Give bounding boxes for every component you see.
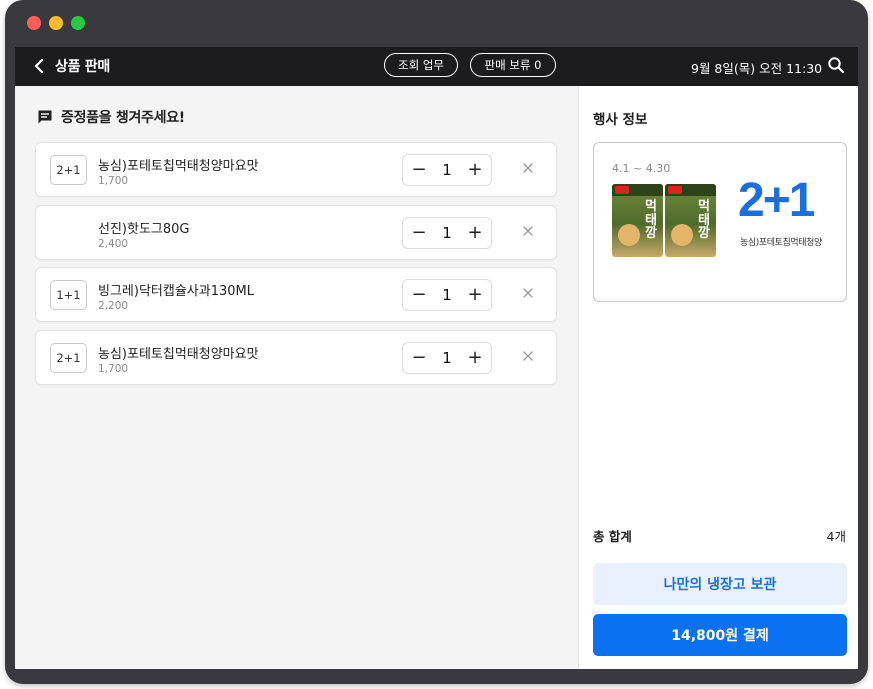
summary-pane: 행사 정보 4.1 ~ 4.30 먹태깡 먹태깡 2+1 농심)포테토칩먹태청양… [578, 86, 858, 669]
back-button[interactable]: 상품 판매 [31, 56, 110, 76]
promo-badge: 2+1 [50, 155, 87, 185]
quantity-stepper: − 1 + [402, 154, 492, 186]
item-price: 2,200 [98, 300, 129, 312]
promo-product-name: 농심)포테토칩먹태청양 [740, 238, 822, 248]
increment-button[interactable]: + [467, 161, 483, 179]
cart-item: 선진)핫도그80G 2,400 − 1 + [35, 205, 557, 260]
inquiry-button[interactable]: 조회 업무 [384, 53, 458, 77]
product-image: 먹태깡 [612, 184, 663, 257]
event-period: 4.1 ~ 4.30 [612, 162, 671, 175]
app-window: 상품 판매 조회 업무 판매 보류 0 9월 8일(목) 오전 11:30 증정… [5, 0, 868, 684]
zoom-window-button[interactable] [71, 16, 85, 30]
store-fridge-button[interactable]: 나만의 냉장고 보관 [593, 563, 847, 605]
quantity-value: 1 [442, 349, 452, 367]
quantity-stepper: − 1 + [402, 217, 492, 249]
increment-button[interactable]: + [467, 349, 483, 367]
window-controls [27, 16, 85, 30]
decrement-button[interactable]: − [411, 349, 427, 367]
total-label: 총 합계 [593, 529, 632, 544]
item-name: 농심)포테토칩먹태청양마요맛 [98, 347, 259, 362]
promo-type: 2+1 [738, 174, 815, 227]
promo-badge: 2+1 [50, 343, 87, 373]
pay-button[interactable]: 14,800원 결제 [593, 614, 847, 656]
item-name: 선진)핫도그80G [98, 222, 190, 237]
item-price: 1,700 [98, 363, 129, 375]
product-image: 먹태깡 [665, 184, 716, 257]
message-icon [38, 110, 52, 124]
cart-item: 2+1 농심)포테토칩먹태청양마요맛 1,700 − 1 + [35, 142, 557, 197]
pack-label: 먹태깡 [645, 199, 657, 242]
increment-button[interactable]: + [467, 286, 483, 304]
total-count: 4개 [826, 529, 846, 544]
cart-pane: 증정품을 챙겨주세요! 2+1 농심)포테토칩먹태청양마요맛 1,700 − 1… [15, 86, 578, 669]
close-icon[interactable] [521, 286, 535, 300]
increment-button[interactable]: + [467, 224, 483, 242]
item-price: 1,700 [98, 175, 129, 187]
item-name: 빙그레)닥터캡슐사과130ML [98, 284, 254, 299]
decrement-button[interactable]: − [411, 286, 427, 304]
item-price: 2,400 [98, 238, 129, 250]
decrement-button[interactable]: − [411, 161, 427, 179]
top-bar: 상품 판매 조회 업무 판매 보류 0 9월 8일(목) 오전 11:30 [15, 47, 858, 86]
sale-hold-button[interactable]: 판매 보류 0 [470, 53, 556, 77]
close-icon[interactable] [521, 224, 535, 238]
promo-badge: 1+1 [50, 280, 87, 310]
chevron-left-icon [34, 58, 44, 74]
notice-text: 증정품을 챙겨주세요! [61, 110, 185, 126]
screen: 상품 판매 조회 업무 판매 보류 0 9월 8일(목) 오전 11:30 증정… [15, 47, 858, 669]
brand-logo [615, 186, 629, 194]
event-title: 행사 정보 [593, 112, 648, 128]
minimize-window-button[interactable] [49, 16, 63, 30]
quantity-value: 1 [442, 224, 452, 242]
close-window-button[interactable] [27, 16, 41, 30]
quantity-value: 1 [442, 286, 452, 304]
quantity-value: 1 [442, 161, 452, 179]
close-icon[interactable] [521, 349, 535, 363]
quantity-stepper: − 1 + [402, 342, 492, 374]
event-card: 4.1 ~ 4.30 먹태깡 먹태깡 2+1 농심)포테토칩먹태청양 [593, 142, 847, 302]
cart-item: 2+1 농심)포테토칩먹태청양마요맛 1,700 − 1 + [35, 330, 557, 385]
pack-label: 먹태깡 [698, 199, 710, 242]
page-title: 상품 판매 [55, 59, 110, 75]
close-icon[interactable] [521, 161, 535, 175]
brand-logo [668, 186, 682, 194]
gift-notice: 증정품을 챙겨주세요! [37, 107, 185, 127]
datetime-display: 9월 8일(목) 오전 11:30 [691, 61, 823, 76]
quantity-stepper: − 1 + [402, 279, 492, 311]
cart-item: 1+1 빙그레)닥터캡슐사과130ML 2,200 − 1 + [35, 267, 557, 322]
decrement-button[interactable]: − [411, 224, 427, 242]
item-name: 농심)포테토칩먹태청양마요맛 [98, 159, 259, 174]
search-icon[interactable] [827, 56, 845, 74]
